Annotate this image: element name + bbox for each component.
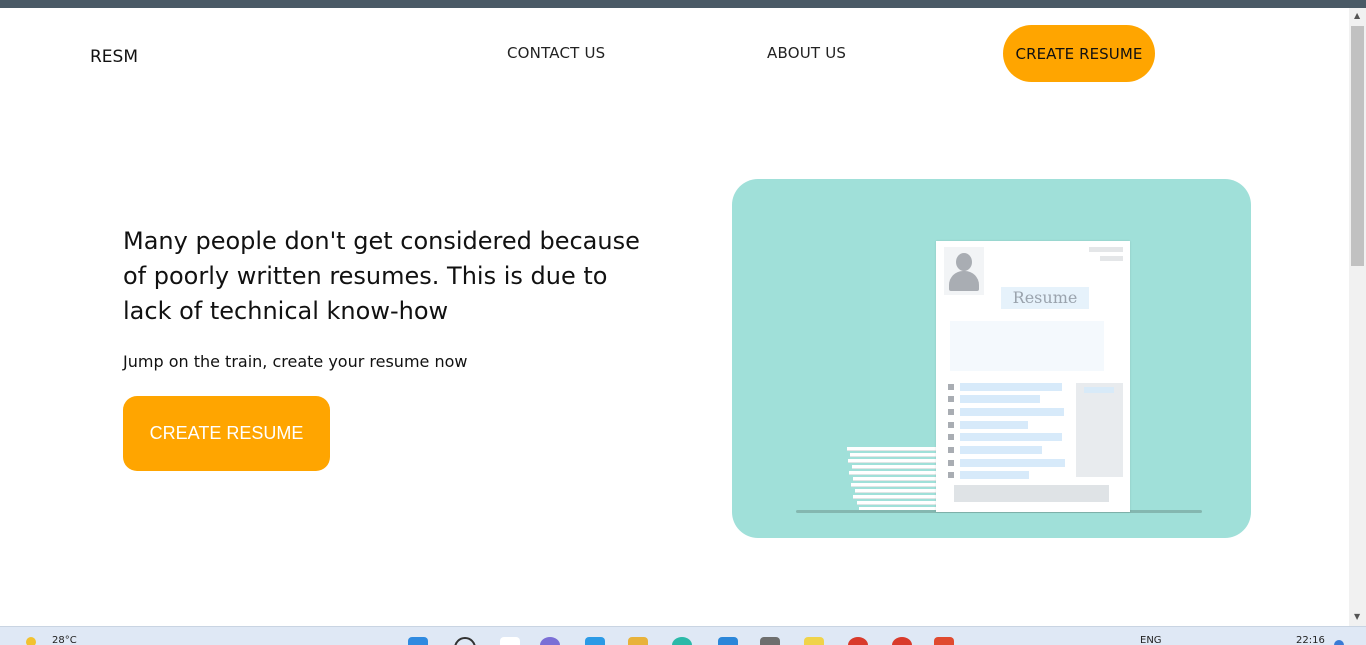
paper-stack-sheet bbox=[847, 447, 939, 451]
doc-text-line bbox=[960, 421, 1028, 429]
paper-stack-sheet bbox=[853, 477, 939, 481]
notification-icon[interactable] bbox=[1334, 640, 1344, 645]
hero-subtext: Jump on the train, create your resume no… bbox=[123, 352, 468, 371]
nav-create-resume-button[interactable]: CREATE RESUME bbox=[1003, 25, 1155, 82]
doc-bullet-icon bbox=[948, 434, 954, 440]
paper-stack-sheet bbox=[857, 501, 939, 505]
doc-bullet-icon bbox=[948, 447, 954, 453]
doc-text-line bbox=[960, 395, 1040, 403]
doc-bullet-icon bbox=[948, 460, 954, 466]
avatar bbox=[944, 247, 984, 295]
logo[interactable]: RESM bbox=[90, 47, 138, 67]
nav-about-link[interactable]: ABOUT US bbox=[767, 44, 846, 62]
doc-text-line bbox=[960, 446, 1042, 454]
paper-stack-sheet bbox=[855, 489, 939, 493]
hero-create-resume-label: CREATE RESUME bbox=[149, 423, 304, 443]
resume-document: Resume bbox=[936, 241, 1130, 512]
taskbar: 28°C ENG 22:16 bbox=[0, 626, 1366, 645]
hero-headline: Many people don't get considered because… bbox=[123, 227, 640, 325]
page-scrollbar[interactable]: ▲ ▼ bbox=[1349, 8, 1366, 626]
paper-stack-sheet bbox=[852, 465, 939, 469]
paper-stack-sheet bbox=[850, 453, 939, 457]
scroll-up-arrow-icon[interactable]: ▲ bbox=[1354, 12, 1360, 20]
doc-title: Resume bbox=[1001, 287, 1089, 309]
doc-bullet-icon bbox=[948, 422, 954, 428]
doc-bullet-icon bbox=[948, 384, 954, 390]
doc-side-block bbox=[1076, 383, 1123, 477]
browser-top-strip bbox=[0, 0, 1366, 8]
nav-create-resume-label: CREATE RESUME bbox=[1015, 44, 1143, 63]
scroll-down-arrow-icon[interactable]: ▼ bbox=[1354, 613, 1360, 621]
paper-stack-sheet bbox=[849, 471, 939, 475]
doc-header-line bbox=[1089, 247, 1123, 252]
resume-illustration: Resume bbox=[732, 179, 1251, 538]
doc-header-line bbox=[1100, 256, 1123, 261]
paper-stack-sheet bbox=[853, 495, 939, 499]
scrollbar-thumb[interactable] bbox=[1351, 26, 1364, 266]
nav-contact-link[interactable]: CONTACT US bbox=[507, 44, 605, 62]
paper-stack-sheet bbox=[851, 483, 939, 487]
doc-text-line bbox=[960, 383, 1062, 391]
doc-footer-block bbox=[954, 485, 1109, 502]
doc-bullet-icon bbox=[948, 409, 954, 415]
hero-create-resume-button[interactable]: CREATE RESUME bbox=[123, 396, 330, 471]
avatar-head-icon bbox=[956, 253, 972, 271]
avatar-body-icon bbox=[949, 271, 979, 291]
doc-bullet-icon bbox=[948, 472, 954, 478]
doc-summary-block bbox=[950, 321, 1104, 371]
doc-text-line bbox=[960, 459, 1065, 467]
doc-bullet-icon bbox=[948, 396, 954, 402]
doc-text-line bbox=[960, 408, 1064, 416]
paper-stack-sheet bbox=[848, 459, 939, 463]
doc-text-line bbox=[960, 471, 1029, 479]
doc-side-tab bbox=[1084, 387, 1114, 393]
doc-text-line bbox=[960, 433, 1062, 441]
